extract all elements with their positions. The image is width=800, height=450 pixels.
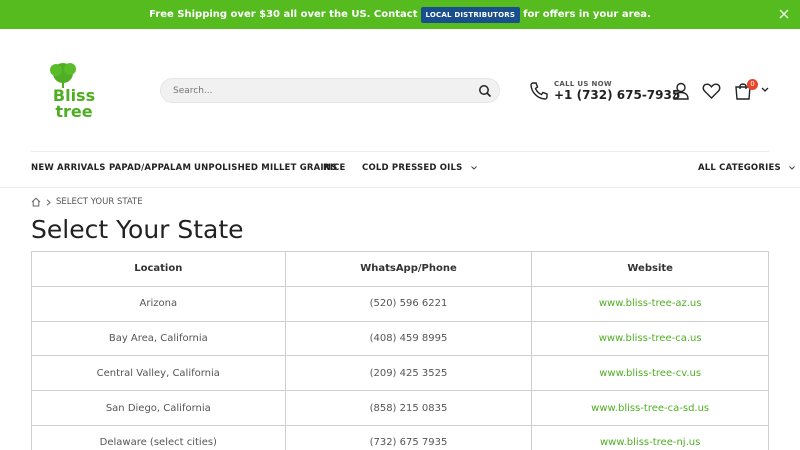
table-header-row: Location WhatsApp/Phone Website: [31, 251, 769, 287]
website-link[interactable]: www.bliss-tree-ca-sd.us: [531, 390, 769, 426]
nav-item-rice[interactable]: RICE: [323, 163, 346, 173]
table-row: San Diego, California (858) 215 0835 www…: [31, 390, 769, 426]
search-bar: [160, 78, 500, 103]
location-cell: San Diego, California: [31, 390, 286, 426]
phone-cell: (858) 215 0835: [284, 390, 533, 426]
table-row: Bay Area, California (408) 459 8995 www.…: [31, 320, 769, 357]
location-cell: Delaware (select cities): [31, 424, 286, 450]
promo-bar: Free Shipping over $30 all over the US. …: [0, 0, 800, 29]
nav-item-new-arrivals[interactable]: NEW ARRIVALS: [31, 163, 106, 173]
breadcrumb-current: SELECT YOUR STATE: [56, 197, 143, 207]
chevron-down-icon[interactable]: [761, 87, 769, 93]
nav-divider: [0, 187, 800, 188]
chevron-down-icon: [789, 165, 795, 170]
call-us-label: CALL US NOW: [554, 80, 612, 88]
phone-cell: (209) 425 3525: [284, 355, 533, 392]
phone-cell: (732) 675 7935: [284, 424, 533, 450]
header-divider: [31, 151, 769, 152]
nav-item-cold-pressed-oils-label: COLD PRESSED OILS: [362, 163, 463, 173]
table-row: Central Valley, California (209) 425 352…: [31, 355, 769, 392]
column-header-website: Website: [531, 251, 769, 287]
chevron-down-icon: [470, 165, 477, 170]
location-cell: Central Valley, California: [31, 355, 286, 392]
location-cell: Arizona: [31, 285, 286, 322]
close-icon[interactable]: [777, 7, 791, 21]
cart-count-badge: 0: [747, 79, 758, 90]
phone-icon: [530, 82, 548, 100]
website-link[interactable]: www.bliss-tree-ca.us: [531, 320, 769, 357]
website-link[interactable]: www.bliss-tree-nj.us: [531, 424, 769, 450]
nav-item-cold-pressed-oils[interactable]: COLD PRESSED OILS: [362, 163, 477, 173]
search-icon[interactable]: [478, 84, 492, 98]
main-nav: NEW ARRIVALS PAPAD/APPALAM UNPOLISHED MI…: [0, 163, 800, 177]
website-link[interactable]: www.bliss-tree-az.us: [531, 285, 769, 322]
logo-text-line2: tree: [55, 102, 93, 121]
phone-cell: (520) 596 6221: [284, 285, 533, 322]
column-header-phone: WhatsApp/Phone: [284, 251, 533, 287]
promo-text-after: for offers in your area.: [523, 9, 651, 20]
user-icon[interactable]: [672, 82, 690, 100]
chevron-right-icon: [46, 199, 51, 206]
page-title: Select Your State: [31, 215, 244, 244]
nav-all-categories[interactable]: ALL CATEGORIES: [698, 163, 795, 173]
table-row: Delaware (select cities) (732) 675 7935 …: [31, 424, 769, 450]
phone-number-link[interactable]: +1 (732) 675-7935: [554, 88, 680, 102]
table-row: Arizona (520) 596 6221 www.bliss-tree-az…: [31, 285, 769, 322]
column-header-location: Location: [31, 251, 286, 287]
phone-cell: (408) 459 8995: [284, 320, 533, 357]
home-icon[interactable]: [31, 197, 41, 207]
all-categories-label: ALL CATEGORIES: [698, 163, 781, 173]
location-cell: Bay Area, California: [31, 320, 286, 357]
local-distributors-button[interactable]: LOCAL DISTRIBUTORS: [420, 6, 521, 23]
nav-item-papad-appalam[interactable]: PAPAD/APPALAM: [109, 163, 191, 173]
promo-text-before: Free Shipping over $30 all over the US. …: [149, 9, 418, 20]
state-table: Location WhatsApp/Phone Website Arizona …: [31, 251, 769, 450]
nav-item-unpolished-millet-grains[interactable]: UNPOLISHED MILLET GRAINS: [194, 163, 337, 173]
website-link[interactable]: www.bliss-tree-cv.us: [531, 355, 769, 392]
search-input[interactable]: [173, 83, 463, 99]
heart-icon[interactable]: [702, 82, 721, 100]
